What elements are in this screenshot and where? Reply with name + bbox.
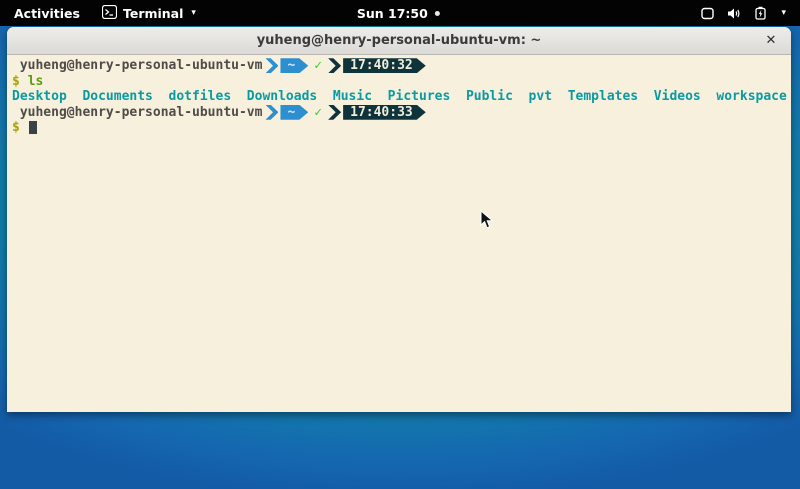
powerline-separator-icon [265,105,278,120]
status-check-icon: ✓ [314,58,322,73]
status-check-icon: ✓ [314,105,322,120]
prompt-user [12,58,20,73]
prompt-time-segment: 17:40:32 [343,58,426,73]
shell-prompt-symbol: $ [12,74,20,89]
command-text: ls [28,74,44,89]
system-status-menu[interactable]: ▾ [697,4,790,22]
prompt-user-text: yuheng@henry-personal-ubuntu-vm [20,58,263,73]
prompt-cwd-segment: ~ [280,58,308,73]
prompt-cwd-segment: ~ [280,105,308,120]
prompt-user-text: yuheng@henry-personal-ubuntu-vm [20,105,263,120]
notification-dot-icon [435,11,440,16]
mouse-cursor-icon [480,210,494,234]
volume-icon [727,7,742,20]
ls-output-line: Desktop Documents dotfiles Downloads Mus… [12,89,791,105]
clock-menu[interactable]: Sun 17:50 [357,0,440,26]
powerline-separator-icon [265,58,278,73]
terminal-icon [102,5,117,22]
display-icon [701,7,714,20]
terminal-window: yuheng@henry-personal-ubuntu-vm: ~ ✕ yuh… [7,27,791,412]
chevron-down-icon: ▾ [191,9,196,18]
command-line: $ ls [12,74,791,90]
prompt-line-1: yuheng@henry-personal-ubuntu-vm ~ ✓ 17:4… [12,58,791,74]
battery-charging-icon [755,6,766,20]
prompt-line-2: yuheng@henry-personal-ubuntu-vm ~ ✓ 17:4… [12,105,791,121]
chevron-down-icon: ▾ [781,9,786,18]
app-menu[interactable]: Terminal ▾ [102,5,196,22]
powerline-separator-icon [328,105,341,120]
window-titlebar[interactable]: yuheng@henry-personal-ubuntu-vm: ~ ✕ [7,27,791,55]
clock-label: Sun 17:50 [357,6,428,21]
close-button[interactable]: ✕ [760,29,782,51]
powerline-separator-icon [328,58,341,73]
app-menu-label: Terminal [123,6,183,21]
top-bar: Activities Terminal ▾ Sun 17:50 [0,0,800,26]
directory-list: Desktop Documents dotfiles Downloads Mus… [12,89,787,104]
activities-button[interactable]: Activities [10,4,84,23]
shell-prompt-symbol: $ [12,120,20,135]
window-title: yuheng@henry-personal-ubuntu-vm: ~ [257,33,542,48]
text-cursor [29,121,37,134]
prompt-user [12,105,20,120]
current-input-line: $ [12,120,791,136]
prompt-time-segment: 17:40:33 [343,105,426,120]
terminal-content[interactable]: yuheng@henry-personal-ubuntu-vm ~ ✓ 17:4… [7,55,791,411]
